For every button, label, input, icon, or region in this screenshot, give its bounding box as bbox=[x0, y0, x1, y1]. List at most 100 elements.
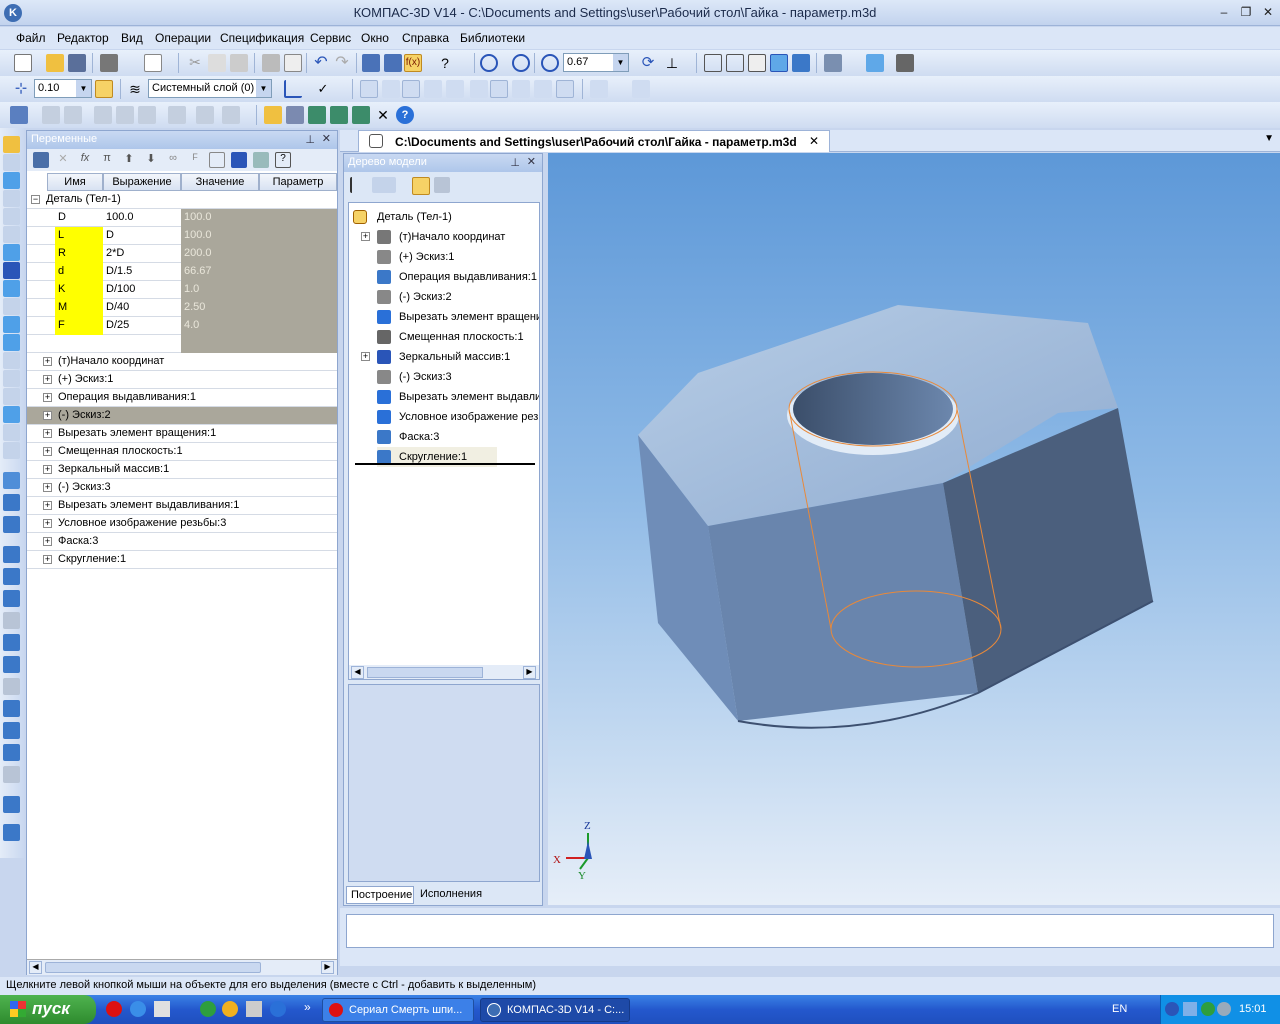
app-green-icon[interactable] bbox=[200, 1001, 216, 1017]
zoom-icon[interactable] bbox=[541, 54, 559, 72]
rollback-bar[interactable] bbox=[355, 463, 535, 465]
step-combo[interactable]: 0.10 ▼ bbox=[34, 79, 92, 98]
redo-icon[interactable]: ↷ bbox=[333, 54, 351, 72]
variable-row[interactable]: L D 100.0 bbox=[27, 227, 337, 245]
thin-lines-icon[interactable] bbox=[748, 54, 766, 72]
tree-item[interactable]: Вырезать элемент вращения:1 bbox=[353, 307, 539, 327]
variable-name[interactable]: L bbox=[55, 227, 103, 245]
app-blue-icon[interactable] bbox=[270, 1001, 286, 1017]
properties-icon[interactable] bbox=[284, 54, 302, 72]
tray-gray-icon[interactable] bbox=[1217, 1002, 1231, 1016]
copy-array-icon[interactable] bbox=[3, 744, 20, 761]
rib-icon[interactable] bbox=[3, 612, 20, 629]
variable-feature-row[interactable]: + Вырезать элемент вращения:1 bbox=[27, 425, 337, 443]
tree-item[interactable]: Вырезать элемент выдавливания:1 bbox=[353, 387, 539, 407]
variable-row[interactable]: F D/25 4.0 bbox=[27, 317, 337, 335]
scroll-right-icon[interactable]: ▶ bbox=[523, 666, 536, 679]
column-value[interactable]: Значение bbox=[181, 173, 259, 191]
chevron-down-icon[interactable]: ▼ bbox=[256, 80, 271, 97]
variable-expression[interactable]: D/100 bbox=[103, 281, 181, 299]
expand-icon[interactable]: + bbox=[43, 375, 52, 384]
snap-vertex-icon[interactable] bbox=[556, 80, 574, 98]
variable-row[interactable]: R 2*D 200.0 bbox=[27, 245, 337, 263]
library-fasteners-icon[interactable] bbox=[308, 106, 326, 124]
tree-item[interactable]: Фаска:3 bbox=[353, 427, 539, 447]
tree-settings-icon[interactable] bbox=[434, 177, 450, 193]
help-icon[interactable]: ? bbox=[396, 106, 414, 124]
delete-variable-icon[interactable]: ✕ bbox=[55, 152, 71, 168]
calc-icon[interactable] bbox=[253, 152, 269, 168]
variable-feature-row[interactable]: + (-) Эскиз:2 bbox=[27, 407, 337, 425]
shaded-edges-icon[interactable] bbox=[792, 54, 810, 72]
variable-row[interactable]: K D/100 1.0 bbox=[27, 281, 337, 299]
weld-icon[interactable] bbox=[3, 388, 20, 405]
selection-icon[interactable] bbox=[3, 226, 20, 243]
tree-filter-icon[interactable] bbox=[412, 177, 430, 195]
mate-icon[interactable] bbox=[222, 106, 240, 124]
snap-tangent-icon[interactable] bbox=[424, 80, 442, 98]
section-icon[interactable] bbox=[866, 54, 884, 72]
snap-grid-icon[interactable] bbox=[360, 80, 378, 98]
column-expression[interactable]: Выражение bbox=[103, 173, 181, 191]
cut-revolve-icon[interactable] bbox=[3, 568, 20, 585]
scroll-thumb[interactable] bbox=[367, 667, 483, 678]
layers-icon[interactable]: ≋ bbox=[126, 80, 144, 98]
chamfer-icon[interactable] bbox=[3, 656, 20, 673]
fix-icon[interactable] bbox=[94, 106, 112, 124]
variable-name[interactable]: D bbox=[55, 209, 103, 227]
scroll-thumb[interactable] bbox=[45, 962, 261, 973]
zoom-window-icon[interactable] bbox=[480, 54, 498, 72]
sketch-edit-icon[interactable] bbox=[10, 106, 28, 124]
menu-view[interactable]: Вид bbox=[121, 31, 143, 45]
fillet-icon[interactable] bbox=[3, 634, 20, 651]
wireframe-icon[interactable] bbox=[704, 54, 722, 72]
open-file-icon[interactable] bbox=[46, 54, 64, 72]
tree-item[interactable]: (-) Эскиз:2 bbox=[353, 287, 539, 307]
quick-launch-more-icon[interactable]: » bbox=[304, 1000, 311, 1014]
variable-feature-row[interactable]: + Операция выдавливания:1 bbox=[27, 389, 337, 407]
line-icon[interactable] bbox=[3, 442, 20, 459]
column-parameter[interactable]: Параметр bbox=[259, 173, 337, 191]
plane-icon[interactable] bbox=[3, 796, 20, 813]
variable-feature-row[interactable]: + (-) Эскиз:3 bbox=[27, 479, 337, 497]
orientation-select-icon[interactable]: ✓ bbox=[314, 80, 332, 98]
pipeline-icon[interactable] bbox=[3, 334, 20, 351]
print-icon[interactable] bbox=[100, 54, 118, 72]
menu-help[interactable]: Справка bbox=[402, 31, 449, 45]
chevron-down-icon[interactable]: ▼ bbox=[613, 54, 628, 71]
expand-icon[interactable]: + bbox=[43, 447, 52, 456]
link-icon[interactable]: ∞ bbox=[165, 152, 181, 168]
geometry-icon[interactable] bbox=[3, 136, 20, 153]
filter-icon[interactable] bbox=[3, 280, 20, 297]
operation-icon[interactable] bbox=[42, 106, 60, 124]
menu-libraries[interactable]: Библиотеки bbox=[460, 31, 525, 45]
variables-fx-icon[interactable]: f(x) bbox=[404, 54, 422, 72]
format-painter-icon[interactable] bbox=[262, 54, 280, 72]
measure-tool-icon[interactable] bbox=[3, 208, 20, 225]
scroll-left-icon[interactable]: ◀ bbox=[351, 666, 364, 679]
help-small-icon[interactable]: ? bbox=[275, 152, 291, 168]
extrude-icon[interactable] bbox=[3, 472, 20, 489]
opera-icon[interactable] bbox=[106, 1001, 122, 1017]
document-tab[interactable]: C:\Documents and Settings\user\Рабочий с… bbox=[358, 130, 830, 152]
variable-expression[interactable]: 2*D bbox=[103, 245, 181, 263]
snap-center-icon[interactable] bbox=[470, 80, 488, 98]
tree-item[interactable]: (-) Эскиз:3 bbox=[353, 367, 539, 387]
snap-icon[interactable] bbox=[95, 80, 113, 98]
shell-icon[interactable] bbox=[3, 678, 20, 695]
tab-list-icon[interactable]: ▼ bbox=[1264, 133, 1274, 144]
mirror-icon[interactable] bbox=[3, 722, 20, 739]
task-kompas[interactable]: КОМПАС-3D V14 - С:... bbox=[480, 998, 630, 1022]
measure-icon[interactable] bbox=[896, 54, 914, 72]
orientation-icon[interactable]: ⊥ bbox=[663, 54, 681, 72]
library-materials-icon[interactable] bbox=[352, 106, 370, 124]
expand-icon[interactable]: + bbox=[43, 519, 52, 528]
save-icon[interactable] bbox=[68, 54, 86, 72]
minimize-button[interactable]: – bbox=[1215, 4, 1233, 20]
pi-icon[interactable]: π bbox=[99, 152, 115, 168]
variable-feature-row[interactable]: + Фаска:3 bbox=[27, 533, 337, 551]
pin-icon[interactable]: ⊥ bbox=[510, 156, 520, 169]
function-icon[interactable]: fx bbox=[77, 152, 93, 168]
paste-icon[interactable] bbox=[230, 54, 248, 72]
menu-specification[interactable]: Спецификация bbox=[220, 31, 304, 45]
